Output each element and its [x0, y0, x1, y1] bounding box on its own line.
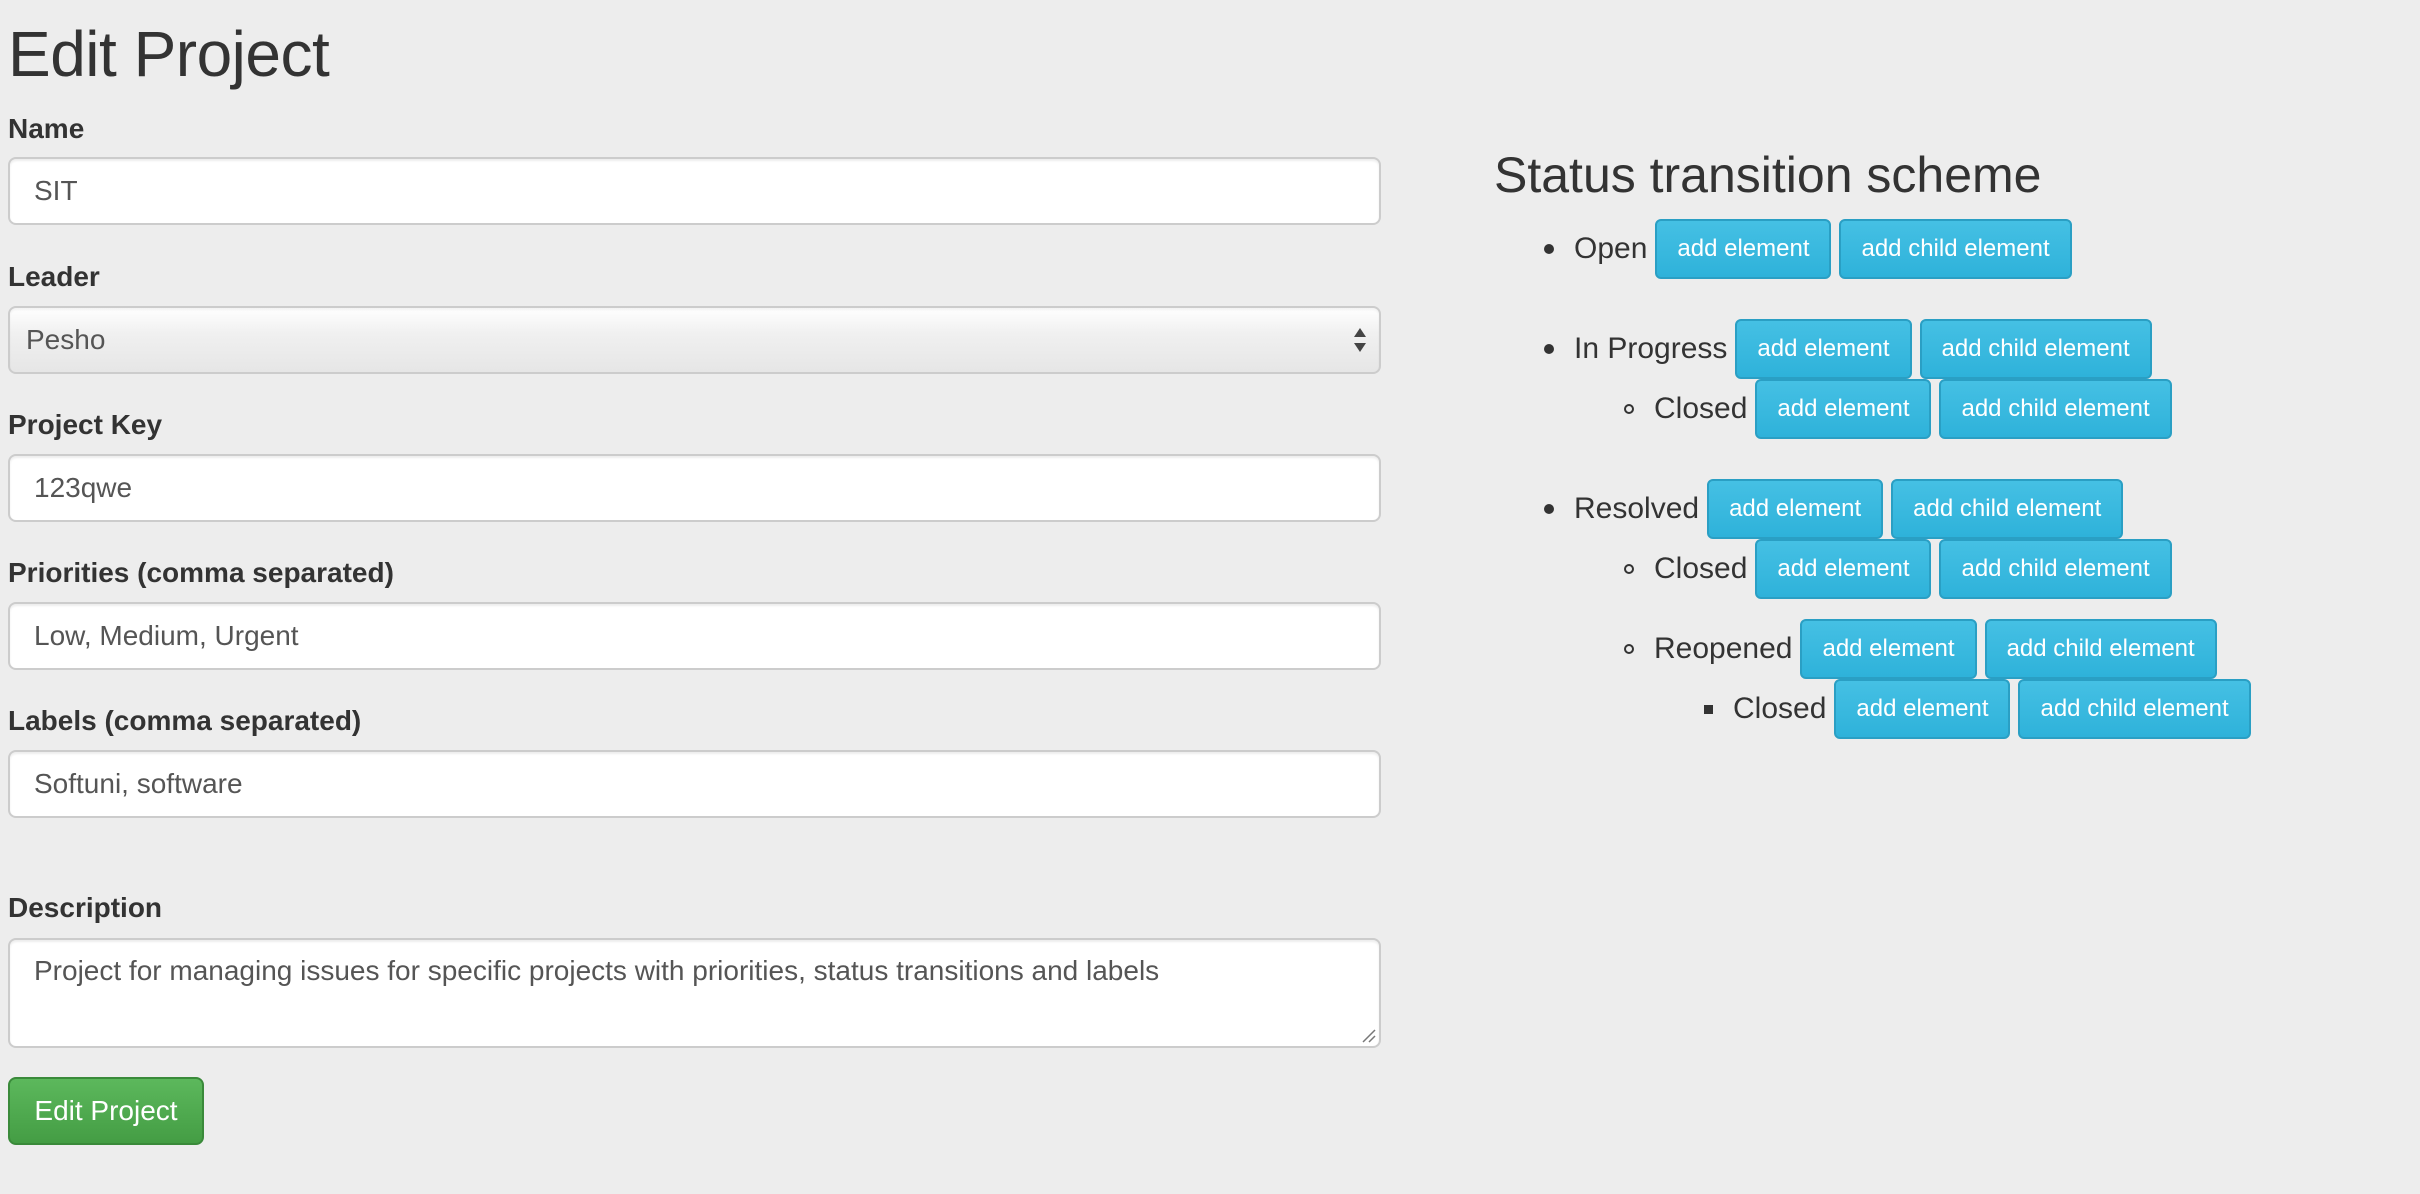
add-child-element-button[interactable]: add child element: [1984, 619, 2217, 679]
status-item-closed: Closed add element add child element: [1624, 539, 2180, 599]
name-label: Name: [8, 113, 85, 144]
select-arrows-icon: [1354, 328, 1366, 352]
bullet-disc-icon: [1544, 244, 1554, 254]
leader-label: Leader: [8, 261, 100, 292]
page-title: Edit Project: [8, 18, 330, 90]
resize-grip-icon[interactable]: [1360, 1027, 1376, 1043]
labels-input[interactable]: [8, 750, 1381, 818]
bullet-square-icon: [1704, 704, 1713, 714]
leader-select[interactable]: Pesho: [8, 306, 1381, 374]
add-child-element-button[interactable]: add child element: [1891, 479, 2124, 539]
bullet-circle-icon: [1624, 644, 1634, 654]
status-item-reopened: Reopened add element add child element: [1624, 619, 2225, 679]
add-child-element-button[interactable]: add child element: [2018, 679, 2251, 739]
project-key-input[interactable]: [8, 454, 1381, 522]
status-item-in-progress: In Progress add element add child elemen…: [1544, 319, 2160, 379]
status-label: In Progress: [1574, 332, 1728, 365]
description-label: Description: [8, 892, 163, 923]
description-textarea[interactable]: Project for managing issues for specific…: [8, 938, 1381, 1048]
scheme-title: Status transition scheme: [1494, 147, 2042, 203]
project-key-label: Project Key: [8, 409, 163, 440]
status-label: Closed: [1733, 692, 1827, 725]
leader-selected-value: Pesho: [26, 324, 106, 355]
priorities-input[interactable]: [8, 602, 1381, 670]
status-label: Reopened: [1654, 632, 1793, 665]
add-element-button[interactable]: add element: [1755, 539, 1932, 599]
status-label: Resolved: [1574, 492, 1700, 525]
bullet-circle-icon: [1624, 564, 1634, 574]
bullet-disc-icon: [1544, 504, 1554, 514]
add-element-button[interactable]: add element: [1834, 679, 2011, 739]
priorities-label: Priorities (comma separated): [8, 557, 394, 588]
add-element-button[interactable]: add element: [1755, 379, 1932, 439]
labels-label: Labels (comma separated): [8, 705, 362, 736]
add-child-element-button[interactable]: add child element: [1839, 219, 2072, 279]
status-item-closed: Closed add element add child element: [1624, 379, 2180, 439]
edit-project-button[interactable]: Edit Project: [8, 1077, 204, 1145]
status-label: Closed: [1654, 552, 1748, 585]
name-input[interactable]: [8, 157, 1381, 225]
status-label: Closed: [1654, 392, 1748, 425]
bullet-disc-icon: [1544, 344, 1554, 354]
status-item-open: Open add element add child element: [1544, 219, 2080, 279]
add-element-button[interactable]: add element: [1735, 319, 1912, 379]
bullet-circle-icon: [1624, 404, 1634, 414]
status-item-closed: Closed add element add child element: [1704, 679, 2259, 739]
add-element-button[interactable]: add element: [1800, 619, 1977, 679]
add-element-button[interactable]: add element: [1707, 479, 1884, 539]
status-item-resolved: Resolved add element add child element: [1544, 479, 2131, 539]
add-child-element-button[interactable]: add child element: [1919, 319, 2152, 379]
add-element-button[interactable]: add element: [1655, 219, 1832, 279]
add-child-element-button[interactable]: add child element: [1939, 379, 2172, 439]
add-child-element-button[interactable]: add child element: [1939, 539, 2172, 599]
status-label: Open: [1574, 232, 1648, 265]
